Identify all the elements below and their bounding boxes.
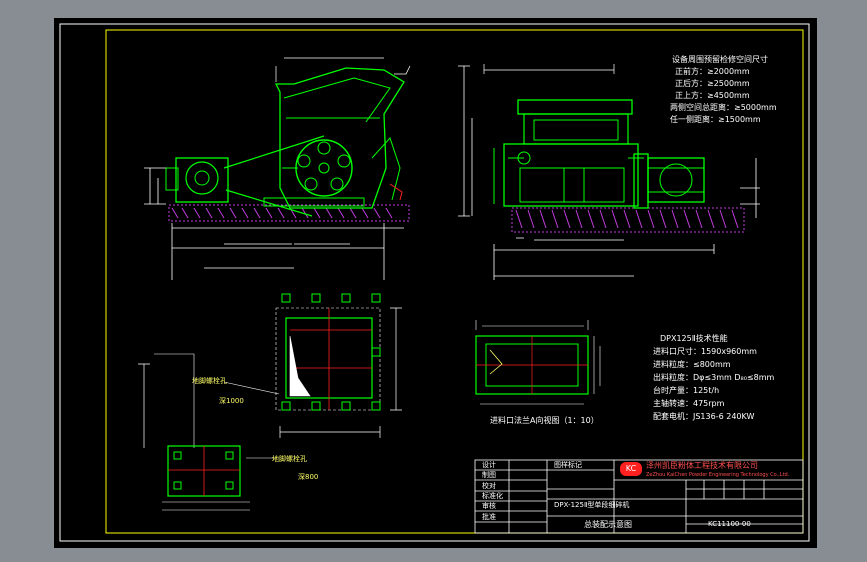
side-view bbox=[144, 57, 411, 280]
foundation-plan bbox=[138, 293, 402, 511]
tech-param-capacity: 台时产量：125t/h bbox=[653, 386, 720, 395]
motor-side bbox=[175, 157, 229, 203]
feed-flange-view bbox=[475, 320, 601, 405]
space-line-sides: 两侧空间总距离：≥5000mm bbox=[670, 103, 777, 112]
company-name: 泽州凯臣粉体工程技术有限公司 bbox=[646, 461, 758, 470]
feed-flange-view-label: 进料口法兰A向视图（1：10） bbox=[490, 416, 599, 425]
space-line-front: 正前方：≥2000mm bbox=[675, 67, 750, 76]
motor-front bbox=[647, 157, 705, 203]
depth-label-1: 深1000 bbox=[219, 397, 244, 405]
company-name-en: ZeZhou KaiChen Powder Engineering Techno… bbox=[646, 472, 790, 478]
rotor bbox=[295, 139, 353, 197]
hopper-top bbox=[517, 99, 633, 115]
tech-param-feed-grain: 进料粒度：≤800mm bbox=[653, 360, 731, 369]
tech-params-title: DPX125Ⅱ技术性能 bbox=[660, 334, 728, 343]
crusher-body-front bbox=[503, 143, 639, 207]
tech-param-feed-size: 进料口尺寸：1590x960mm bbox=[653, 347, 757, 356]
foundation-hatch-right bbox=[511, 207, 745, 233]
space-requirements-title: 设备周围预留检修空间尺寸 bbox=[672, 55, 768, 64]
feed-opening-profile bbox=[289, 335, 311, 397]
company-logo: KC bbox=[620, 462, 642, 476]
role-draw: 制图 bbox=[482, 471, 496, 479]
role-standard: 标准化 bbox=[482, 492, 503, 500]
space-line-top: 正上方：≥4500mm bbox=[675, 91, 750, 100]
crusher-housing-side bbox=[274, 67, 405, 209]
tech-param-output-grain: 出料粒度：Dφ≤3mm D₈₀≤8mm bbox=[653, 373, 775, 382]
role-approve: 批准 bbox=[482, 513, 496, 521]
depth-label-2: 深800 bbox=[298, 473, 319, 481]
drawing-number: KC11100-00 bbox=[708, 520, 751, 528]
drawing-mark-label: 图样标记 bbox=[554, 461, 582, 469]
tech-param-motor: 配套电机：JS136-6 240KW bbox=[653, 412, 755, 421]
space-line-any-side: 任一侧距离：≥1500mm bbox=[670, 115, 761, 124]
role-design: 设计 bbox=[482, 461, 496, 469]
role-review: 审核 bbox=[482, 502, 496, 510]
anchor-hole-label-1: 地脚螺栓孔 bbox=[192, 377, 227, 385]
product-name: DPX-125Ⅱ型单段细碎机 bbox=[554, 501, 630, 509]
drawing-title: 总装配示意图 bbox=[584, 520, 632, 529]
drawing-sheet: 设备周围预留检修空间尺寸 正前方：≥2000mm 正后方：≥2500mm 正上方… bbox=[54, 18, 817, 548]
tech-param-speed: 主轴转速：475rpm bbox=[653, 399, 725, 408]
space-line-rear: 正后方：≥2500mm bbox=[675, 79, 750, 88]
role-check: 校对 bbox=[482, 482, 496, 490]
anchor-hole-label-2: 地脚螺栓孔 bbox=[272, 455, 307, 463]
